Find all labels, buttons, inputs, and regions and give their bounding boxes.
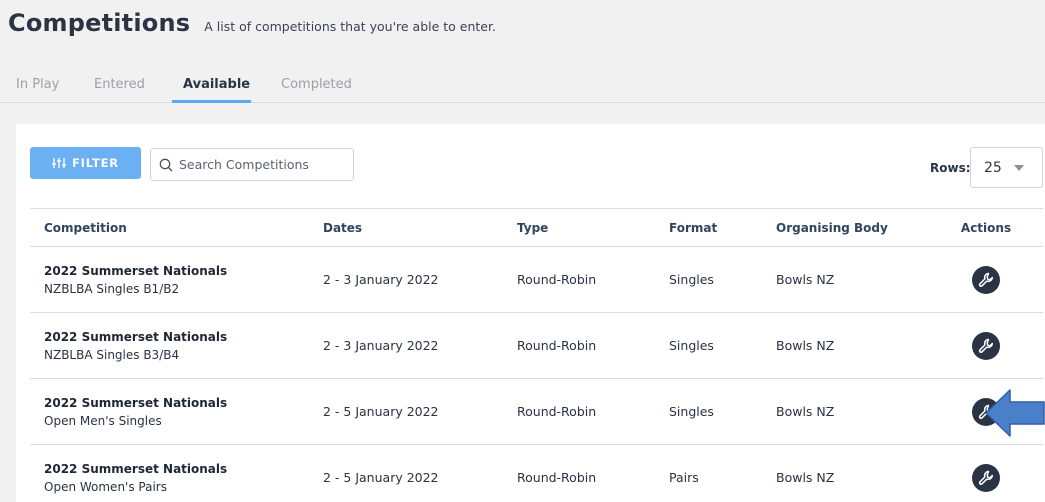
filter-button[interactable]: FILTER	[30, 147, 141, 179]
page-header: Competitions A list of competitions that…	[8, 9, 496, 37]
type-cell: Round-Robin	[503, 246, 655, 313]
dates-cell: 2 - 5 January 2022	[309, 444, 503, 502]
competition-cell: 2022 Summerset Nationals Open Women's Pa…	[30, 444, 309, 502]
organising-body-cell: Bowls NZ	[762, 312, 929, 379]
competition-event: Open Women's Pairs	[44, 479, 167, 494]
competition-cell: 2022 Summerset Nationals NZBLBA Singles …	[30, 312, 309, 379]
column-header-type: Type	[503, 208, 655, 247]
competition-name: 2022 Summerset Nationals	[44, 395, 228, 410]
page-subtitle: A list of competitions that you're able …	[204, 19, 496, 34]
tab-available[interactable]: Available	[183, 77, 250, 92]
organising-body-cell: Bowls NZ	[762, 246, 929, 313]
competition-cell: 2022 Summerset Nationals Open Men's Sing…	[30, 378, 309, 445]
organising-body-cell: Bowls NZ	[762, 444, 929, 502]
competitions-panel: FILTER Rows: 25 Competition Dates Type F…	[16, 124, 1045, 502]
format-cell: Pairs	[655, 444, 762, 502]
wrench-icon	[978, 272, 994, 287]
actions-cell	[929, 444, 1043, 502]
search-box[interactable]	[150, 148, 354, 181]
column-header-format: Format	[655, 208, 762, 247]
column-header-dates: Dates	[309, 208, 503, 247]
competition-name: 2022 Summerset Nationals	[44, 263, 228, 278]
format-cell: Singles	[655, 312, 762, 379]
table-row: 2022 Summerset Nationals NZBLBA Singles …	[30, 246, 1043, 313]
wrench-action-button[interactable]	[972, 463, 1000, 492]
sliders-icon	[52, 158, 67, 168]
type-cell: Round-Robin	[503, 312, 655, 379]
table-header-row: Competition Dates Type Format Organising…	[30, 208, 1043, 247]
actions-cell	[929, 246, 1043, 313]
active-tab-indicator	[172, 100, 251, 103]
rows-per-page-select[interactable]: 25	[970, 147, 1043, 188]
page-title: Competitions	[8, 9, 191, 37]
wrench-action-button[interactable]	[972, 265, 1000, 294]
dates-cell: 2 - 3 January 2022	[309, 312, 503, 379]
column-header-actions: Actions	[929, 208, 1043, 247]
dates-cell: 2 - 3 January 2022	[309, 246, 503, 313]
table-row: 2022 Summerset Nationals NZBLBA Singles …	[30, 312, 1043, 379]
filter-button-label: FILTER	[72, 156, 119, 170]
format-cell: Singles	[655, 378, 762, 445]
tab-entered[interactable]: Entered	[94, 77, 145, 92]
competition-event: NZBLBA Singles B3/B4	[44, 347, 180, 362]
competition-name: 2022 Summerset Nationals	[44, 461, 228, 476]
format-cell: Singles	[655, 246, 762, 313]
column-header-competition: Competition	[30, 208, 309, 247]
competition-cell: 2022 Summerset Nationals NZBLBA Singles …	[30, 246, 309, 313]
type-cell: Round-Robin	[503, 444, 655, 502]
dates-cell: 2 - 5 January 2022	[309, 378, 503, 445]
wrench-icon	[978, 338, 994, 353]
arrow-left-icon	[985, 389, 1045, 437]
actions-cell	[929, 312, 1043, 379]
search-icon	[159, 158, 173, 171]
tab-completed[interactable]: Completed	[281, 77, 352, 92]
type-cell: Round-Robin	[503, 378, 655, 445]
organising-body-cell: Bowls NZ	[762, 378, 929, 445]
column-header-organising-body: Organising Body	[762, 208, 929, 247]
rows-label: Rows:	[930, 161, 971, 175]
wrench-action-button[interactable]	[972, 331, 1000, 360]
table-row: 2022 Summerset Nationals Open Women's Pa…	[30, 444, 1043, 502]
tab-bar: In Play Entered Available Completed	[0, 68, 1045, 103]
tab-in-play[interactable]: In Play	[16, 77, 59, 92]
competitions-table: Competition Dates Type Format Organising…	[30, 208, 1043, 502]
table-row: 2022 Summerset Nationals Open Men's Sing…	[30, 378, 1043, 445]
rows-value: 25	[984, 159, 1002, 176]
wrench-icon	[978, 470, 994, 485]
search-input[interactable]	[179, 157, 339, 172]
competition-name: 2022 Summerset Nationals	[44, 329, 228, 344]
competition-event: NZBLBA Singles B1/B2	[44, 281, 180, 296]
caret-down-icon	[1013, 164, 1024, 171]
competition-event: Open Men's Singles	[44, 413, 162, 428]
